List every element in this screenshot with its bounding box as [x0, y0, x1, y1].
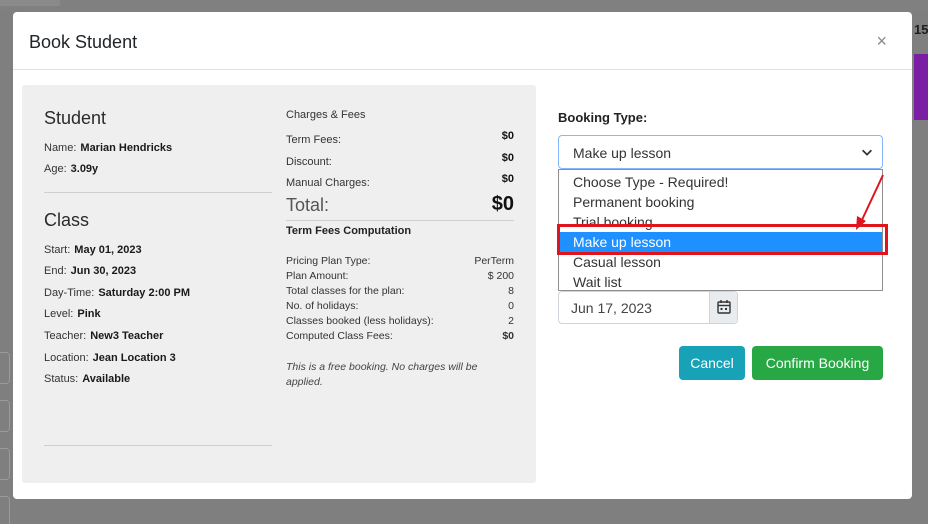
computation-row: Computed Class Fees: $0: [286, 330, 514, 342]
cancel-button[interactable]: Cancel: [679, 346, 745, 380]
divider: [286, 220, 514, 221]
divider: [44, 445, 272, 446]
charges-title: Charges & Fees: [286, 109, 366, 121]
class-day-time: Day-Time: Saturday 2:00 PM: [44, 287, 191, 299]
booking-type-value: Make up lesson: [573, 145, 672, 161]
backdrop-left-edge: [0, 352, 10, 384]
backdrop-left-edge: [0, 400, 10, 432]
backdrop-number: 15: [914, 22, 928, 37]
class-location: Location: Jean Location 3: [44, 352, 176, 364]
modal-title: Book Student: [29, 32, 138, 52]
computation-title: Term Fees Computation: [286, 225, 412, 237]
annotation-highlight-box: [557, 224, 888, 255]
close-button[interactable]: ×: [876, 31, 887, 52]
term-fees-row: Term Fees: $0: [286, 130, 514, 146]
free-booking-note: This is a free booking. No charges will …: [286, 361, 478, 388]
option-casual-lesson[interactable]: Casual lesson: [559, 252, 882, 272]
computation-row: Pricing Plan Type: PerTerm: [286, 255, 514, 267]
booking-type-label: Booking Type:: [558, 110, 648, 125]
backdrop-left-edge: [0, 496, 10, 524]
backdrop-top: [0, 0, 928, 12]
chevron-down-icon: [862, 149, 872, 156]
booking-date-input[interactable]: Jun 17, 2023: [558, 291, 738, 324]
computation-row: No. of holidays: 0: [286, 300, 514, 312]
backdrop-event-block: [914, 54, 928, 120]
divider: [44, 192, 272, 193]
backdrop-button: [0, 0, 60, 6]
option-choose-type[interactable]: Choose Type - Required!: [559, 172, 882, 192]
book-student-modal: Book Student × Student Name: Marian Hendr…: [13, 12, 912, 499]
option-permanent-booking[interactable]: Permanent booking: [559, 192, 882, 212]
class-level: Level: Pink: [44, 308, 101, 320]
backdrop-left-edge: [0, 448, 10, 480]
class-heading: Class: [44, 210, 90, 230]
modal-header: Book Student ×: [13, 12, 912, 70]
computation-row: Total classes for the plan: 8: [286, 285, 514, 297]
manual-charges-row: Manual Charges: $0: [286, 173, 514, 189]
discount-row: Discount: $0: [286, 152, 514, 168]
computation-row: Plan Amount: $ 200: [286, 270, 514, 282]
student-name: Name: Marian Hendricks: [44, 142, 173, 154]
class-status: Status: Available: [44, 373, 131, 385]
annotation-arrow-icon: [856, 174, 884, 230]
student-age: Age: 3.09y: [44, 163, 99, 175]
booking-date-value: Jun 17, 2023: [571, 300, 652, 316]
details-panel: Student Name: Marian Hendricks Age: 3.09y …: [22, 85, 536, 483]
student-heading: Student: [44, 108, 107, 128]
class-end: End: Jun 30, 2023: [44, 265, 137, 277]
computation-row: Classes booked (less holidays): 2: [286, 315, 514, 327]
option-wait-list[interactable]: Wait list: [559, 272, 882, 292]
calendar-button[interactable]: [709, 292, 737, 323]
total-row: Total: $0: [286, 193, 514, 215]
calendar-icon: [717, 300, 731, 314]
confirm-booking-button[interactable]: Confirm Booking: [752, 346, 883, 380]
booking-type-select[interactable]: Make up lesson: [558, 135, 883, 169]
class-start: Start: May 01, 2023: [44, 244, 142, 256]
class-teacher: Teacher: New3 Teacher: [44, 330, 164, 342]
